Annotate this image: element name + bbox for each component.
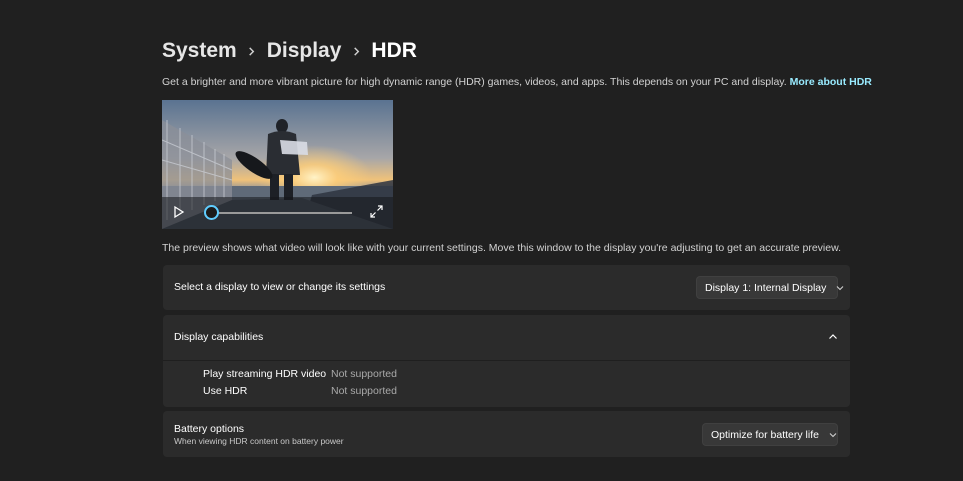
page-title: HDR [371,39,417,62]
chevron-down-icon [836,284,844,292]
battery-options-title: Battery options [174,423,245,435]
display-select-dropdown[interactable]: Display 1: Internal Display [696,276,844,299]
hdr-description-text: Get a brighter and more vibrant picture … [162,76,787,88]
more-about-hdr-link[interactable]: More about HDR [790,76,872,88]
fullscreen-icon[interactable] [370,205,383,218]
hdr-description: Get a brighter and more vibrant picture … [162,76,872,88]
chevron-down-icon [829,431,837,439]
divider [163,360,850,361]
breadcrumb-system[interactable]: System [162,39,237,63]
breadcrumb: System Display HDR [162,36,417,66]
battery-options-subtitle: When viewing HDR content on battery powe… [174,436,344,446]
chevron-right-icon [341,46,371,56]
video-controls [162,197,393,229]
battery-option-dropdown[interactable]: Optimize for battery life [702,423,838,446]
chevron-up-icon[interactable] [828,332,838,342]
battery-option-value: Optimize for battery life [711,428,819,441]
preview-note: The preview shows what video will look l… [162,242,842,254]
seek-bar[interactable] [211,212,352,214]
display-capabilities-title: Display capabilities [174,331,264,343]
capability-value: Not supported [331,368,397,380]
capability-name: Use HDR [203,385,248,397]
capability-name: Play streaming HDR video [203,368,327,380]
play-icon[interactable] [172,205,186,219]
breadcrumb-display[interactable]: Display [267,39,342,63]
capability-value: Not supported [331,385,397,397]
display-capabilities-card: Display capabilities Play streaming HDR … [163,315,850,407]
display-capabilities-header[interactable]: Display capabilities [163,315,850,360]
hdr-video-preview [162,100,393,229]
seek-thumb[interactable] [203,205,219,220]
display-select-value: Display 1: Internal Display [705,281,827,294]
battery-options-card: Battery options When viewing HDR content… [163,411,850,457]
select-display-card: Select a display to view or change its s… [163,265,850,310]
chevron-right-icon [237,46,267,56]
select-display-label: Select a display to view or change its s… [174,281,386,293]
